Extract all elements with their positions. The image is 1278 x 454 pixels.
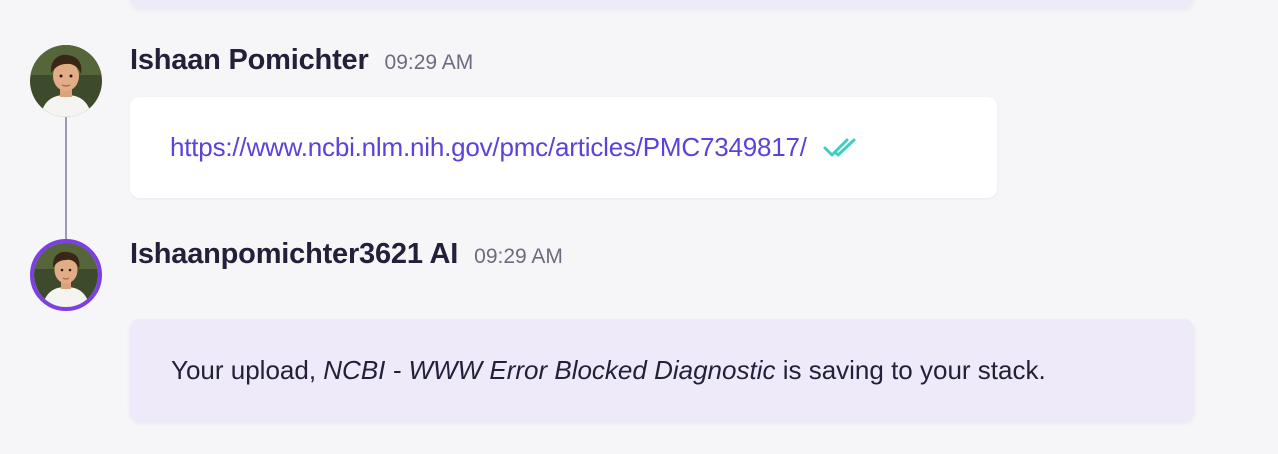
- author-name[interactable]: Ishaan Pomichter: [130, 44, 369, 77]
- author-name[interactable]: Ishaanpomichter3621 AI: [130, 238, 458, 271]
- previous-message-bubble: [130, 0, 1194, 8]
- chat-thread: Ishaan Pomichter 09:29 AM https://www.nc…: [0, 0, 1278, 454]
- message-link[interactable]: https://www.ncbi.nlm.nih.gov/pmc/article…: [170, 132, 807, 163]
- message-timestamp: 09:29 AM: [474, 245, 563, 268]
- ai-avatar[interactable]: [30, 239, 102, 311]
- avatar-image: [30, 45, 102, 117]
- uploaded-file-name[interactable]: NCBI - WWW Error Blocked Diagnostic: [323, 355, 775, 385]
- message-text: Your upload, NCBI - WWW Error Blocked Di…: [171, 355, 1046, 386]
- avatar[interactable]: [30, 45, 102, 117]
- double-check-icon: [823, 136, 859, 160]
- message-header: Ishaanpomichter3621 AI 09:29 AM: [130, 238, 563, 271]
- message-header: Ishaan Pomichter 09:29 AM: [130, 44, 473, 77]
- message-bubble: https://www.ncbi.nlm.nih.gov/pmc/article…: [130, 97, 997, 198]
- message-text-suffix: is saving to your stack.: [775, 354, 1046, 385]
- ai-message-bubble: Your upload, NCBI - WWW Error Blocked Di…: [130, 319, 1194, 421]
- thread-connector-line: [65, 117, 67, 239]
- message-text-prefix: Your upload,: [171, 354, 324, 385]
- message-timestamp: 09:29 AM: [384, 51, 474, 74]
- ai-avatar-image: [34, 243, 98, 307]
